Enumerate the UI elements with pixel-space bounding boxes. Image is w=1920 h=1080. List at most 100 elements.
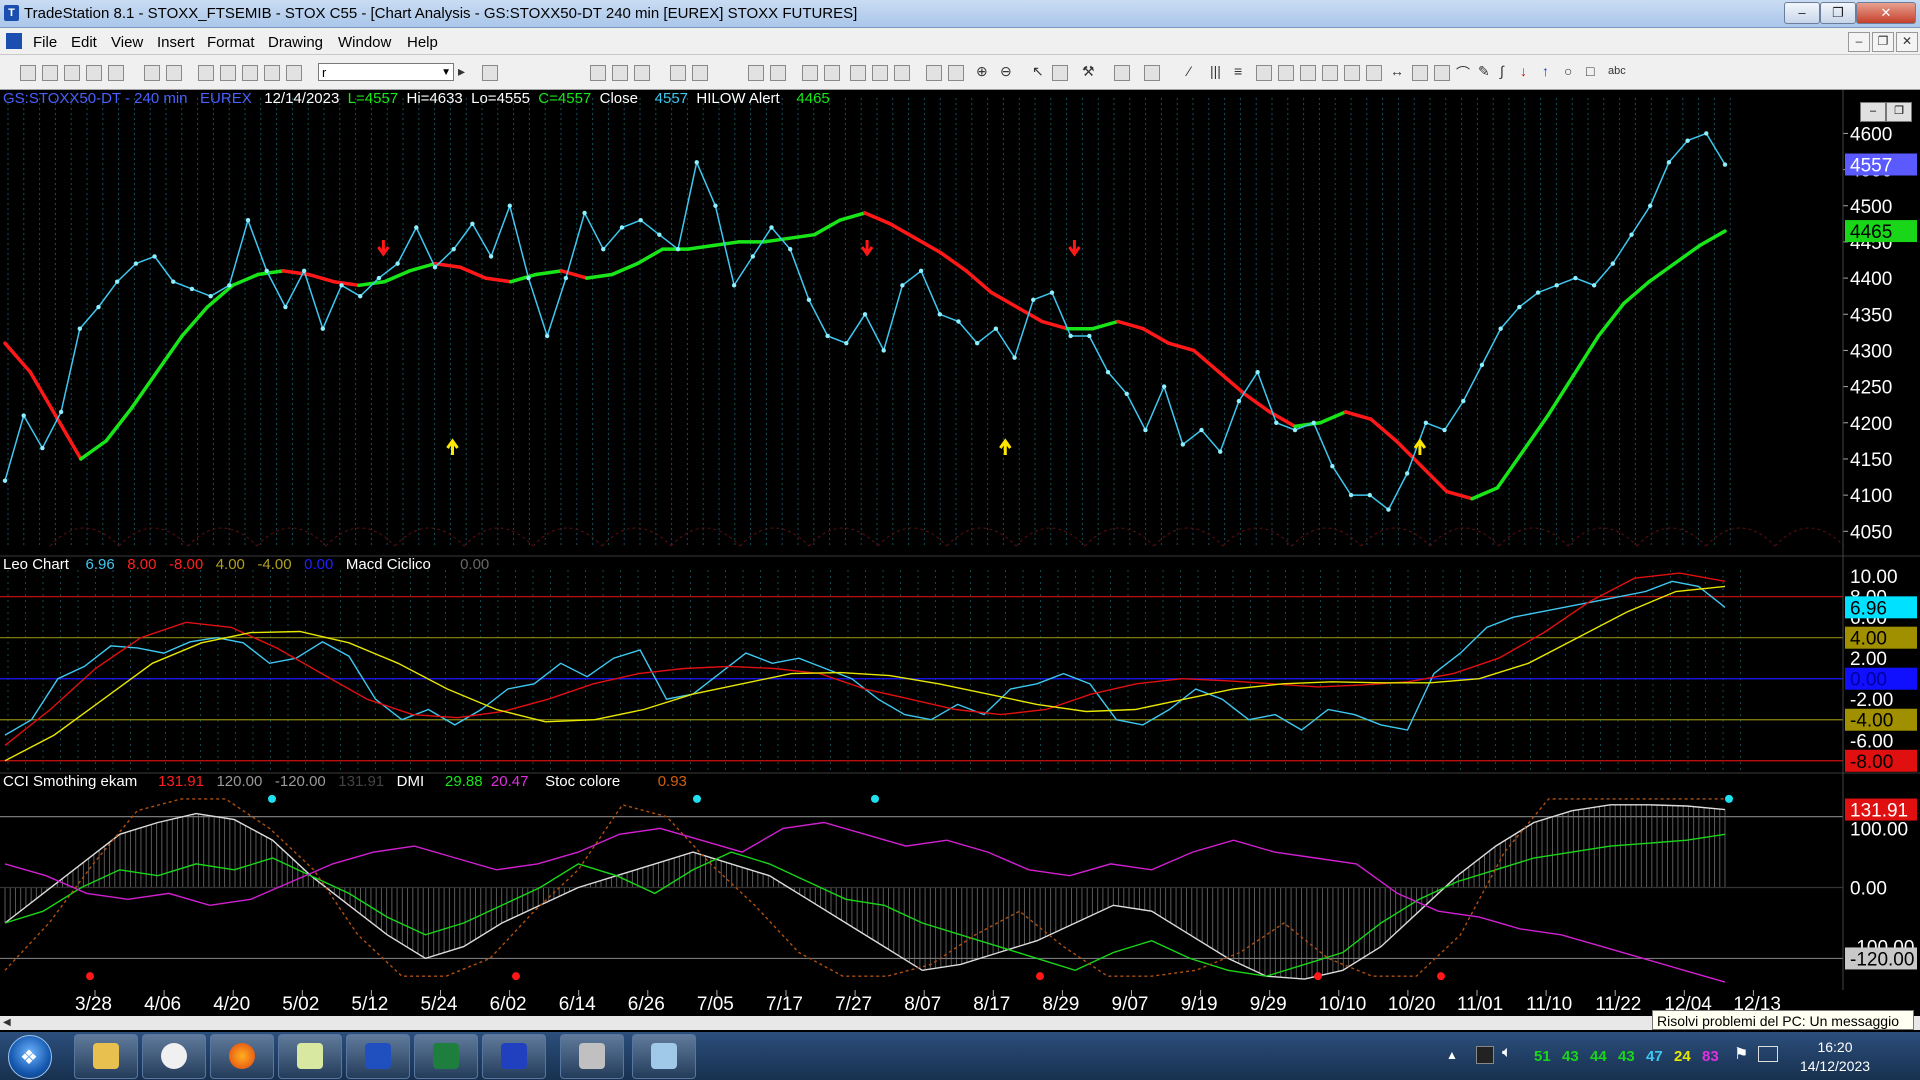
horizontal-scrollbar[interactable]: ◀: [0, 1016, 1920, 1030]
date-axis-label: 4/06: [144, 994, 181, 1015]
volume-icon[interactable]: 🔈︎: [1502, 1044, 1512, 1062]
andrews-icon[interactable]: [1344, 65, 1360, 81]
dmi-plus: 29.88: [445, 773, 483, 790]
menu-window[interactable]: Window: [338, 34, 391, 51]
flag-icon[interactable]: ⚑: [1734, 1044, 1748, 1064]
ellipse-icon[interactable]: ○: [1564, 63, 1572, 79]
chart-type-icon[interactable]: [590, 65, 606, 81]
speed-lines-icon[interactable]: [1300, 65, 1316, 81]
mdi-minimize-button[interactable]: –: [1848, 32, 1870, 52]
layout-icon[interactable]: [220, 65, 236, 81]
chart-svg[interactable]: 4600455045004450440043504300425042004150…: [0, 90, 1920, 1016]
pen-icon[interactable]: [264, 65, 280, 81]
scan-icon[interactable]: [770, 65, 786, 81]
mdi-restore-button[interactable]: ❐: [1872, 32, 1894, 52]
vertical-lines-icon[interactable]: |||: [1210, 63, 1221, 79]
scroll-left-icon[interactable]: ◀: [3, 1017, 11, 1028]
taskbar-app-8[interactable]: [560, 1034, 624, 1079]
play-icon[interactable]: ▸: [458, 63, 465, 80]
text-tool-icon[interactable]: abc: [1608, 65, 1626, 77]
down-arrow-tool-icon[interactable]: ↓: [1520, 63, 1527, 79]
format-icon[interactable]: [1114, 65, 1130, 81]
new-workspace-icon[interactable]: [64, 65, 80, 81]
taskbar-explorer[interactable]: [74, 1034, 138, 1079]
chart-analysis-icon[interactable]: [802, 65, 818, 81]
radar-icon[interactable]: [824, 65, 840, 81]
pointer-icon[interactable]: ↖: [1032, 63, 1044, 80]
gann-icon[interactable]: [1322, 65, 1338, 81]
strategy-icon[interactable]: [692, 65, 708, 81]
find-icon[interactable]: [482, 65, 498, 81]
open-icon[interactable]: [42, 65, 58, 81]
menu-drawing[interactable]: Drawing: [268, 34, 323, 51]
fibonacci-icon[interactable]: [1278, 65, 1294, 81]
folder-icon[interactable]: [108, 65, 124, 81]
menu-edit[interactable]: Edit: [71, 34, 97, 51]
up-arrow-tool-icon[interactable]: ↑: [1542, 63, 1549, 79]
scroll-icon[interactable]: [926, 65, 942, 81]
grid-icon[interactable]: [748, 65, 764, 81]
taskbar-chart-app[interactable]: [482, 1034, 546, 1079]
menu-file[interactable]: File: [33, 34, 57, 51]
window-icon[interactable]: [198, 65, 214, 81]
clock[interactable]: 16:20 14/12/2023: [1790, 1038, 1880, 1076]
properties-icon[interactable]: [1144, 65, 1160, 81]
copy-icon[interactable]: [86, 65, 102, 81]
start-button[interactable]: ❖: [8, 1035, 52, 1079]
new-icon[interactable]: [20, 65, 36, 81]
menu-insert[interactable]: Insert: [157, 34, 195, 51]
menu-help[interactable]: Help: [407, 34, 438, 51]
chart-area[interactable]: 4600455045004450440043504300425042004150…: [0, 90, 1920, 1016]
crosshair-icon[interactable]: [1052, 65, 1068, 81]
lock-icon[interactable]: [242, 65, 258, 81]
curve-icon[interactable]: ∫: [1500, 63, 1504, 79]
zoom-in-icon[interactable]: ⊕: [976, 63, 988, 80]
zoom-minus-icon[interactable]: ⊖: [1000, 63, 1012, 80]
stoc-value: 0.93: [657, 773, 687, 790]
channel-icon[interactable]: [1256, 65, 1272, 81]
close-point: [1554, 283, 1559, 288]
close-point: [451, 246, 456, 252]
network-icon[interactable]: [1758, 1046, 1778, 1062]
panel-restore-button[interactable]: ❐: [1886, 102, 1912, 122]
close-button[interactable]: ✕: [1856, 2, 1916, 24]
tray-expand-icon[interactable]: ▲: [1446, 1048, 1458, 1062]
horizontal-arrow-icon[interactable]: ↔: [1390, 63, 1404, 79]
taskbar-app-9[interactable]: [632, 1034, 696, 1079]
menu-format[interactable]: Format: [207, 34, 255, 51]
taskbar-app-2[interactable]: [142, 1034, 206, 1079]
taskbar-excel[interactable]: [414, 1034, 478, 1079]
tray-monitor-icon[interactable]: [1476, 1046, 1494, 1064]
mdi-close-button[interactable]: ✕: [1896, 32, 1918, 52]
zoom-out-icon[interactable]: [948, 65, 964, 81]
tools-icon[interactable]: ⚒: [1082, 63, 1095, 80]
freehand-icon[interactable]: ✎: [1478, 63, 1490, 80]
chevron-down-icon[interactable]: ▼: [441, 64, 451, 82]
save-icon[interactable]: [144, 65, 160, 81]
symbol-combo[interactable]: r ▼: [318, 63, 454, 81]
regression-icon[interactable]: [1366, 65, 1382, 81]
option-icon[interactable]: [872, 65, 888, 81]
paint-icon[interactable]: [286, 65, 302, 81]
taskbar-tradestation[interactable]: [346, 1034, 410, 1079]
restore-button[interactable]: ❐: [1820, 2, 1856, 24]
panel-minimize-button[interactable]: –: [1860, 102, 1886, 122]
chart-window-icon[interactable]: [6, 33, 22, 49]
menu-view[interactable]: View: [111, 34, 143, 51]
candle-icon[interactable]: [634, 65, 650, 81]
bar-icon[interactable]: [612, 65, 628, 81]
rectangle-icon[interactable]: □: [1586, 63, 1594, 79]
print-icon[interactable]: [166, 65, 182, 81]
fib-time-icon[interactable]: [1434, 65, 1450, 81]
taskbar-firefox[interactable]: [210, 1034, 274, 1079]
taskbar-app-4[interactable]: [278, 1034, 342, 1079]
minimize-button[interactable]: –: [1784, 2, 1820, 24]
parallel-icon[interactable]: [1412, 65, 1428, 81]
cci-badge-bottom: -120.00: [1850, 949, 1914, 970]
matrix-icon[interactable]: [850, 65, 866, 81]
hourglass-icon[interactable]: [894, 65, 910, 81]
horizontal-lines-icon[interactable]: ≡: [1234, 63, 1242, 79]
indicator-icon[interactable]: [670, 65, 686, 81]
arc-icon[interactable]: ⌒: [1456, 63, 1470, 83]
trendline-icon[interactable]: ⁄: [1188, 63, 1190, 79]
